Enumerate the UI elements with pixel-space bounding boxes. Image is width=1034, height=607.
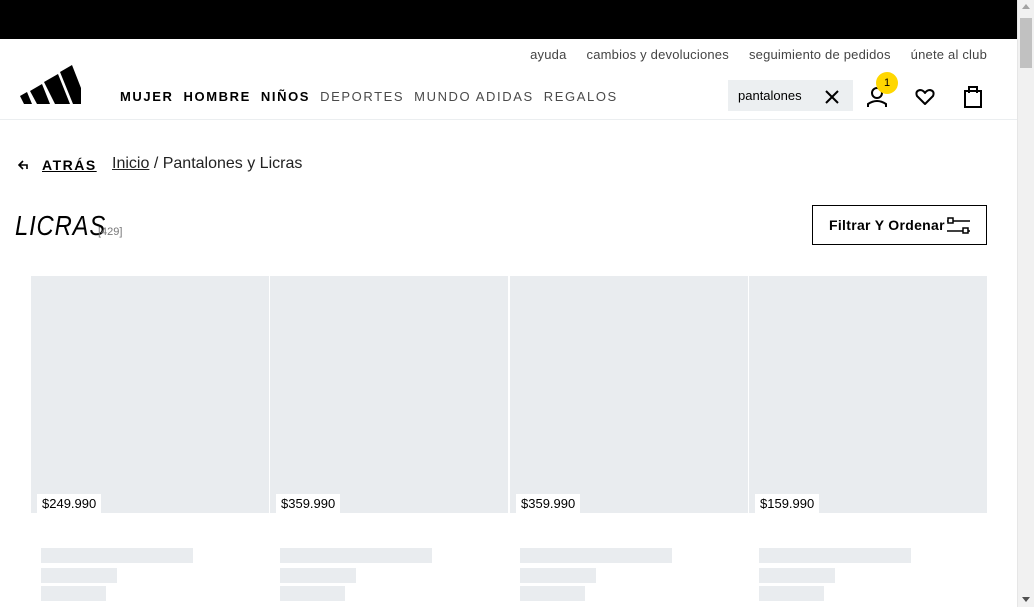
- nav-item-regalos[interactable]: REGALOS: [544, 89, 618, 104]
- loading-placeholder: [759, 586, 824, 601]
- filter-sliders-icon: [947, 217, 970, 234]
- breadcrumb: Inicio / Pantalones y Licras: [112, 155, 302, 173]
- breadcrumb-separator: /: [153, 155, 159, 172]
- loading-placeholder: [759, 548, 911, 563]
- back-button[interactable]: ATRÁS: [18, 157, 97, 173]
- page-title: LICRAS: [15, 210, 107, 241]
- heart-icon[interactable]: [915, 88, 935, 106]
- product-image-placeholder[interactable]: [749, 276, 987, 513]
- search-box: [728, 80, 853, 111]
- loading-placeholder: [280, 548, 432, 563]
- product-price: $359.990: [276, 494, 341, 513]
- loading-placeholder: [520, 568, 596, 583]
- top-banner: [0, 0, 1017, 39]
- product-price: $159.990: [755, 494, 820, 513]
- close-icon[interactable]: [824, 89, 840, 105]
- product-price: $359.990: [516, 494, 581, 513]
- scroll-down-arrow-icon[interactable]: [1022, 597, 1030, 602]
- nav-item-deportes[interactable]: DEPORTES: [320, 89, 404, 104]
- utility-links: ayuda cambios y devoluciones seguimiento…: [530, 47, 987, 62]
- adidas-logo[interactable]: [20, 64, 81, 104]
- loading-placeholder: [520, 548, 672, 563]
- breadcrumb-home-link[interactable]: Inicio: [112, 155, 149, 172]
- product-card[interactable]: $159.990: [749, 276, 987, 607]
- scrollbar[interactable]: [1017, 0, 1034, 607]
- nav-item-ninos[interactable]: NIÑOS: [261, 89, 310, 104]
- account-badge: 1: [876, 72, 898, 94]
- product-price: $249.990: [37, 494, 102, 513]
- filter-sort-label: Filtrar Y Ordenar: [829, 217, 945, 233]
- back-arrow-icon: [18, 160, 28, 170]
- breadcrumb-current: Pantalones y Licras: [162, 155, 303, 172]
- nav-item-hombre[interactable]: HOMBRE: [184, 89, 251, 104]
- product-image-placeholder[interactable]: [510, 276, 748, 513]
- back-label: ATRÁS: [42, 157, 97, 173]
- product-card[interactable]: $359.990: [270, 276, 508, 607]
- loading-placeholder: [41, 586, 106, 601]
- loading-placeholder: [520, 586, 585, 601]
- help-link[interactable]: ayuda: [530, 47, 566, 62]
- join-club-link[interactable]: únete al club: [911, 47, 987, 62]
- result-count: [429]: [98, 226, 123, 238]
- main-navigation: MUJER HOMBRE NIÑOS DEPORTES MUNDO ADIDAS…: [120, 89, 628, 104]
- loading-placeholder: [280, 568, 356, 583]
- search-input[interactable]: [738, 86, 818, 104]
- nav-item-mundo-adidas[interactable]: MUNDO ADIDAS: [414, 89, 534, 104]
- filter-sort-button[interactable]: Filtrar Y Ordenar: [812, 205, 987, 245]
- scrollbar-thumb[interactable]: [1020, 18, 1032, 68]
- returns-link[interactable]: cambios y devoluciones: [587, 47, 729, 62]
- scroll-up-arrow-icon[interactable]: [1022, 4, 1030, 9]
- loading-placeholder: [759, 568, 835, 583]
- header-divider: [0, 119, 1017, 120]
- product-card[interactable]: $359.990: [510, 276, 748, 607]
- order-tracking-link[interactable]: seguimiento de pedidos: [749, 47, 891, 62]
- loading-placeholder: [280, 586, 345, 601]
- product-image-placeholder[interactable]: [270, 276, 508, 513]
- loading-placeholder: [41, 548, 193, 563]
- product-image-placeholder[interactable]: [31, 276, 269, 513]
- product-card[interactable]: $249.990: [31, 276, 269, 607]
- nav-item-mujer[interactable]: MUJER: [120, 89, 174, 104]
- shopping-bag-icon[interactable]: [963, 85, 983, 108]
- loading-placeholder: [41, 568, 117, 583]
